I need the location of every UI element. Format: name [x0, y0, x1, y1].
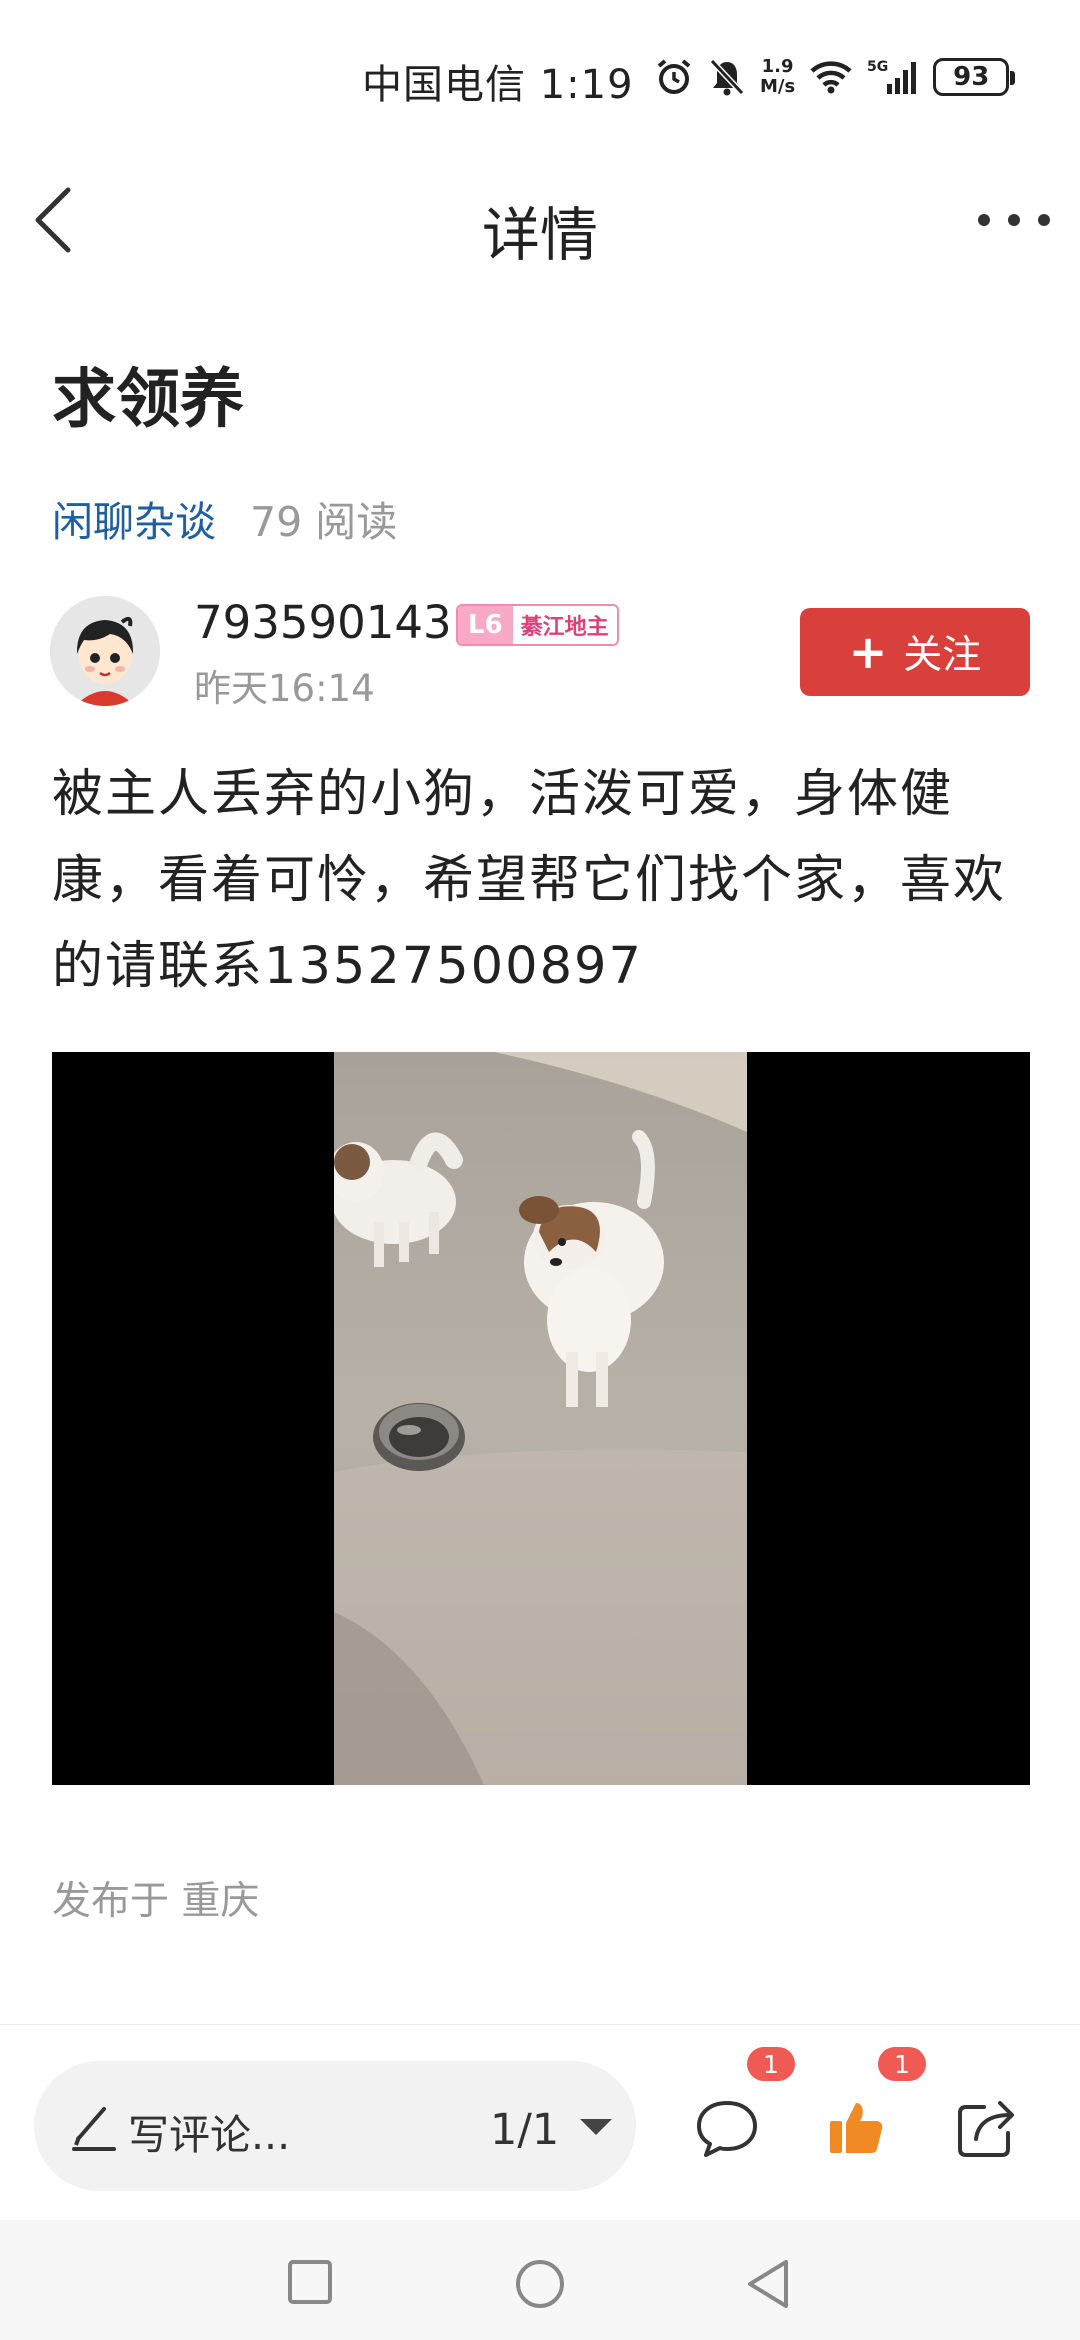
like-icon	[830, 2103, 883, 2153]
level-number: L6	[458, 606, 513, 644]
level-badge: L6 綦江地主	[456, 604, 619, 646]
category-link[interactable]: 闲聊杂谈	[52, 488, 216, 548]
back-nav-icon	[748, 2260, 788, 2308]
signal-icon: 5G	[867, 59, 917, 94]
battery-indicator: 93	[933, 58, 1016, 96]
post-location: 发布于 重庆	[52, 1879, 260, 1924]
recent-apps-icon	[288, 2260, 332, 2304]
page-indicator[interactable]: 1/1	[490, 2105, 559, 2155]
comment-placeholder: 写评论...	[128, 2111, 291, 2159]
comment-input[interactable]: 写评论... 1/1	[34, 2061, 636, 2191]
like-count-badge: 1	[878, 2047, 926, 2081]
level-title: 綦江地主	[520, 614, 609, 640]
page-title: 详情	[481, 201, 598, 269]
network-speed: 1.9 M/s	[760, 56, 796, 97]
wifi-icon	[810, 61, 852, 94]
svg-text:5G: 5G	[867, 59, 888, 75]
video-frame	[334, 1052, 747, 1785]
system-nav-bar	[0, 2220, 1080, 2340]
follow-label: 关注	[903, 633, 982, 678]
status-carrier-time: 中国电信 1:19	[362, 62, 634, 108]
home-button[interactable]	[514, 2258, 566, 2314]
author-name[interactable]: 793590143	[194, 596, 452, 649]
more-button[interactable]	[978, 202, 1050, 238]
post-time: 昨天16:14	[194, 667, 375, 710]
status-bar: 中国电信 1:19 1.9 M/s 5G 93	[0, 0, 1080, 150]
read-count: 79 阅读	[250, 498, 398, 546]
home-icon	[516, 2260, 564, 2308]
water-bowl	[373, 1403, 465, 1471]
status-icons: 1.9 M/s 5G 93	[654, 54, 1016, 100]
more-icon-dot	[1008, 214, 1020, 226]
recent-apps-button[interactable]	[286, 2258, 334, 2310]
author-row: 793590143 L6 綦江地主 昨天16:14 + 关注	[50, 596, 1030, 716]
chevron-down-icon[interactable]	[580, 2119, 612, 2135]
plus-icon: +	[848, 625, 888, 679]
bottom-action-bar: 写评论... 1/1 1 1	[0, 2024, 1080, 2220]
more-icon	[978, 214, 990, 226]
follow-button[interactable]: + 关注	[800, 608, 1030, 696]
share-icon	[958, 2101, 1014, 2157]
comment-count-badge: 1	[747, 2047, 795, 2081]
more-icon-dot	[1038, 214, 1050, 226]
avatar-illustration	[50, 596, 160, 706]
alarm-icon	[657, 59, 691, 94]
comment-icon	[697, 2101, 757, 2157]
video-player[interactable]	[52, 1052, 1030, 1785]
like-button[interactable]	[826, 2097, 886, 2161]
avatar[interactable]	[50, 596, 160, 706]
post-body: 被主人丢弃的小狗，活泼可爱，身体健康，看着可怜，希望帮它们找个家，喜欢的请联系1…	[52, 765, 1007, 996]
post-meta: 闲聊杂谈 79 阅读	[52, 488, 397, 548]
mute-icon	[709, 58, 745, 96]
pencil-icon	[72, 2107, 116, 2151]
nav-bar: 详情	[0, 160, 1080, 280]
post-title: 求领养	[52, 363, 244, 437]
system-back-button[interactable]	[744, 2258, 792, 2314]
comment-button[interactable]	[694, 2097, 760, 2163]
share-button[interactable]	[954, 2097, 1020, 2163]
